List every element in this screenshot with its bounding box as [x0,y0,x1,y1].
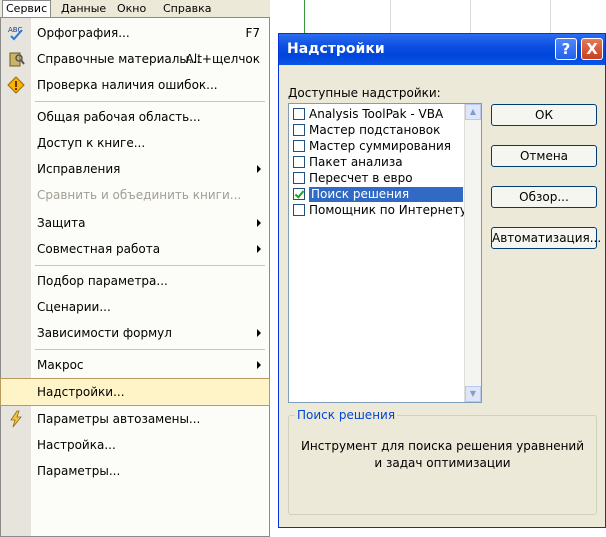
addin-description: Инструмент для поиска решения уравнений … [300,439,585,470]
menu-item-track-changes[interactable]: Исправления [1,156,269,182]
menu-item-shortcut: Alt+щелчок [185,52,260,66]
menu-item-label: Доступ к книге... [37,136,146,150]
addin-checkbox[interactable] [293,204,305,216]
addin-label: Помощник по Интернету [309,203,467,217]
group-title: Поиск решения [295,408,398,422]
error-check-icon [7,76,25,94]
addin-label: Поиск решения [309,187,463,202]
menu-item-label: Исправления [37,162,121,176]
addin-checkbox[interactable] [293,156,305,168]
addin-checkbox[interactable] [293,140,305,152]
addin-item[interactable]: Мастер подстановок [291,123,463,139]
menu-item-label: Сценарии... [37,300,111,314]
submenu-arrow-icon [257,219,261,227]
addin-label: Мастер суммирования [309,139,451,153]
addin-checkbox[interactable] [293,172,305,184]
addin-item[interactable]: Мастер суммирования [291,139,463,155]
menu-item-scenarios[interactable]: Сценарии... [1,294,269,320]
menu-item-addins[interactable]: Надстройки... [0,378,270,406]
menu-item-label: Зависимости формул [37,326,172,340]
menu-item-label: Совместная работа [37,242,161,256]
service-dropdown-menu: ABC Орфография... F7 Справочные материал… [0,17,270,537]
menu-item-error-check[interactable]: Проверка наличия ошибок... [1,72,269,98]
spelling-abc-icon: ABC [8,26,23,41]
menu-item-compare-merge: Сравнить и объединить книги... [1,182,269,208]
addin-label: Analysis ToolPak - VBA [309,107,444,121]
addin-item[interactable]: Помощник по Интернету [291,203,467,219]
research-book-icon [9,52,25,67]
addin-item-selected[interactable]: Поиск решения [291,187,463,203]
menu-data[interactable]: Данные [58,1,109,16]
scroll-down-icon[interactable]: ▼ [465,386,481,402]
menu-item-protection[interactable]: Защита [1,210,269,236]
menu-item-spelling[interactable]: ABC Орфография... F7 [1,20,269,46]
addin-description-group: Поиск решения Инструмент для поиска реше… [288,408,597,515]
submenu-arrow-icon [257,245,261,253]
dialog-titlebar[interactable]: Надстройки ? X [279,34,605,65]
listbox-scrollbar[interactable]: ▲ ▼ [464,104,481,402]
addin-label: Пакет анализа [309,155,403,169]
addin-label: Пересчет в евро [309,171,413,185]
menu-item-label: Параметры автозамены... [37,412,201,426]
addin-checkbox[interactable] [293,124,305,136]
menu-item-label: Сравнить и объединить книги... [37,188,242,202]
addin-label: Мастер подстановок [309,123,441,137]
menu-item-label: Справочные материалы... [37,52,201,66]
menu-item-share-workbook[interactable]: Доступ к книге... [1,130,269,156]
menu-separator [35,349,265,350]
menu-item-autocorrect[interactable]: Параметры автозамены... [1,406,269,432]
menu-item-label: Защита [37,216,86,230]
menu-window[interactable]: Окно [114,1,149,16]
addin-item[interactable]: Пакет анализа [291,155,463,171]
browse-button[interactable]: Обзор... [491,186,597,208]
dialog-title: Надстройки [287,41,385,57]
addin-checkbox[interactable] [293,108,305,120]
menu-item-shared-workspace[interactable]: Общая рабочая область... [1,104,269,130]
available-addins-label: Доступные надстройки: [288,86,441,100]
menu-item-customize[interactable]: Настройка... [1,432,269,458]
submenu-arrow-icon [257,361,261,369]
addins-listbox[interactable]: Analysis ToolPak - VBA Мастер подстаново… [288,103,482,403]
menu-item-label: Параметры... [37,464,121,478]
menu-item-macro[interactable]: Макрос [1,352,269,378]
menu-separator [35,265,265,266]
automation-button[interactable]: Автоматизация... [491,227,601,249]
addin-item[interactable]: Пересчет в евро [291,171,463,187]
scroll-up-icon[interactable]: ▲ [465,104,481,120]
autocorrect-lightning-icon [10,410,22,428]
help-button[interactable]: ? [555,38,577,60]
addin-item[interactable]: Analysis ToolPak - VBA [291,107,463,123]
menu-item-label: Макрос [37,358,84,372]
menu-item-label: Проверка наличия ошибок... [37,78,218,92]
addins-dialog: Надстройки ? X Доступные надстройки: Ana… [278,33,606,528]
menu-item-shortcut: F7 [245,26,260,40]
menu-help[interactable]: Справка [160,1,214,16]
menu-item-label: Настройка... [37,438,116,452]
addin-checkbox-checked[interactable] [293,188,305,200]
submenu-arrow-icon [257,165,261,173]
submenu-arrow-icon [257,329,261,337]
cancel-button[interactable]: Отмена [491,145,597,167]
menu-service[interactable]: Сервис [2,0,52,18]
menu-item-goal-seek[interactable]: Подбор параметра... [1,268,269,294]
menu-item-research[interactable]: Справочные материалы... Alt+щелчок [1,46,269,72]
ok-button[interactable]: ОК [491,104,597,126]
menu-item-options[interactable]: Параметры... [1,458,269,484]
menu-item-label: Общая рабочая область... [37,110,201,124]
menu-item-label: Подбор параметра... [37,274,168,288]
menu-item-online-collaboration[interactable]: Совместная работа [1,236,269,262]
close-button[interactable]: X [581,38,603,60]
menu-bar: Сервис Данные Окно Справка [0,0,270,18]
menu-item-formula-auditing[interactable]: Зависимости формул [1,320,269,346]
menu-separator [35,101,265,102]
menu-item-label: Орфография... [37,26,130,40]
menu-item-label: Надстройки... [37,385,125,399]
